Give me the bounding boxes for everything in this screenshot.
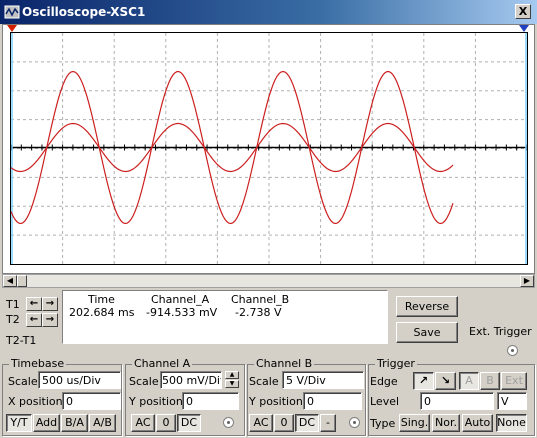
channel-b-terminal[interactable] [349,417,360,428]
measurement-readout: Time Channel_A Channel_B 202.684 ms -914… [62,290,388,344]
trigger-level-field[interactable]: 0 [420,392,494,410]
mode-yt-button[interactable]: Y/T [6,414,32,432]
t2-label: T2 [6,313,20,326]
mode-add-button[interactable]: Add [33,414,60,432]
mode-ab-button[interactable]: A/B [89,414,116,432]
readout-channel-b-value: -2.738 V [235,306,282,319]
channel-a-scale-field[interactable]: 500 mV/Div [160,371,222,389]
channel-a-ypos-label: Y position [129,395,183,408]
trigger-type-label: Type [370,417,396,430]
falling-edge-icon: ↘ [440,374,451,387]
trigger-source-ext-button[interactable]: Ext [501,372,527,390]
oscilloscope-icon [4,5,20,19]
arrow-right-icon: → [45,314,55,325]
arrow-left-icon: ← [29,314,39,325]
channel-a-ypos-field[interactable]: 0 [182,392,239,410]
ext-trigger-terminal[interactable] [507,345,518,356]
scroll-thumb[interactable] [17,275,27,287]
channel-b-dc-button[interactable]: DC [295,414,319,432]
trigger-type-auto-button[interactable]: Auto [462,414,493,432]
readout-time-value: 202.684 ms [69,306,135,319]
readout-time-header: Time [88,293,115,306]
save-button[interactable]: Save [396,322,458,343]
arrow-left-icon: ← [29,298,39,309]
t1-left-button[interactable]: ← [26,297,42,311]
rising-edge-icon: ↗ [418,374,429,387]
trigger-falling-edge-button[interactable]: ↘ [435,372,456,390]
mode-ba-button[interactable]: B/A [61,414,88,432]
scroll-left-icon[interactable]: ◀ [3,275,17,287]
readout-channel-a-value: -914.533 mV [146,306,218,319]
t1-label: T1 [6,298,20,311]
trigger-title: Trigger [375,357,417,370]
channel-a-scale-label: Scale [129,375,159,388]
time-scrollbar[interactable]: ◀ ▶ [2,274,535,288]
trigger-source-b-button[interactable]: B [480,372,500,390]
title-bar: Oscilloscope-XSC1 X [0,0,537,24]
channel-b-scale-field[interactable]: 5 V/Div [282,371,364,389]
scope-screen [10,32,528,265]
channel-a-terminal[interactable] [223,417,234,428]
scroll-right-icon[interactable]: ▶ [520,275,534,287]
timebase-scale-field[interactable]: 500 us/Div [38,371,121,389]
channel-a-zero-button[interactable]: 0 [156,414,176,432]
window-title: Oscilloscope-XSC1 [22,5,146,19]
t2-t1-label: T2-T1 [6,334,37,347]
trigger-level-unit[interactable]: V [497,392,527,410]
trigger-edge-label: Edge [370,375,398,388]
channel-b-scale-label: Scale [249,375,279,388]
channel-a-ac-button[interactable]: AC [131,414,155,432]
timebase-xpos-field[interactable]: 0 [62,392,121,410]
trigger-type-none-button[interactable]: None [496,414,527,432]
close-button[interactable]: X [515,4,531,19]
channel-a-scale-up-icon[interactable]: ▲ [225,371,239,379]
readout-channel-b-header: Channel_B [231,293,290,306]
cursor-t2-marker[interactable] [519,25,529,32]
channel-a-scale-down-icon[interactable]: ▼ [225,380,239,388]
channel-b-ac-button[interactable]: AC [249,414,273,432]
channel-a-title: Channel A [132,357,193,370]
channel-b-zero-button[interactable]: 0 [274,414,294,432]
timebase-scale-label: Scale [8,375,38,388]
close-icon: X [518,5,528,18]
channel-b-invert-button[interactable]: - [320,414,336,432]
t1-right-button[interactable]: → [42,297,58,311]
arrow-right-icon: → [45,298,55,309]
timebase-xpos-label: X position [8,395,63,408]
reverse-button[interactable]: Reverse [396,296,458,317]
trigger-type-normal-button[interactable]: Nor. [432,414,460,432]
trigger-source-a-button[interactable]: A [459,372,479,390]
t2-left-button[interactable]: ← [26,313,42,327]
ext-trigger-label: Ext. Trigger [469,325,532,338]
channel-a-dc-button[interactable]: DC [177,414,201,432]
waveform-plot [10,33,528,264]
channel-b-ypos-field[interactable]: 0 [303,392,362,410]
trigger-rising-edge-button[interactable]: ↗ [413,372,434,390]
readout-channel-a-header: Channel_A [151,293,210,306]
channel-b-ypos-label: Y position [249,395,303,408]
channel-b-title: Channel B [254,357,315,370]
trigger-level-label: Level [370,395,400,408]
cursor-t1-marker[interactable] [7,25,17,32]
timebase-title: Timebase [9,357,67,370]
t2-right-button[interactable]: → [42,313,58,327]
trigger-type-single-button[interactable]: Sing. [399,414,430,432]
